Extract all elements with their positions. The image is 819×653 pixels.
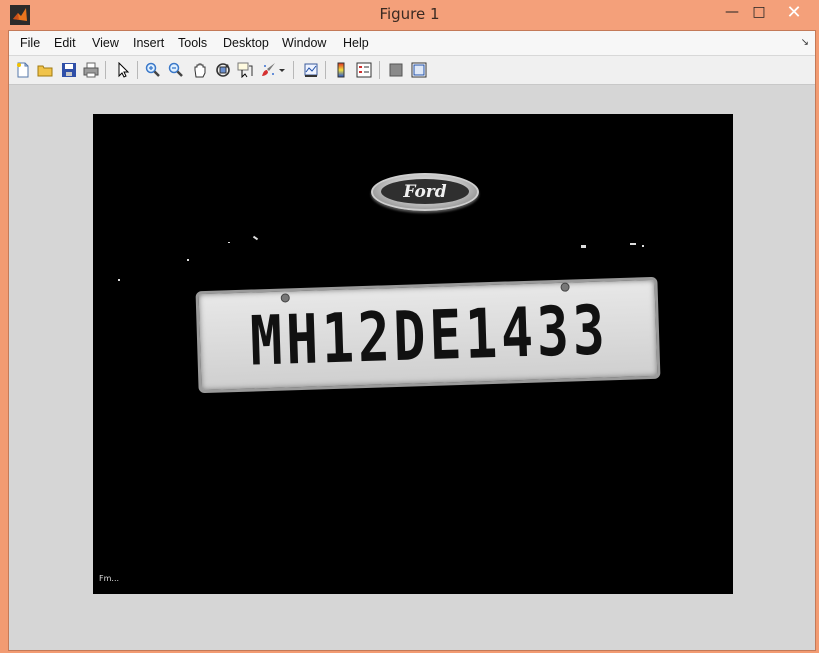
show-plot-tools-icon[interactable]	[409, 60, 429, 80]
emblem-text: Ford	[403, 181, 447, 202]
menu-bar: File Edit View Insert Tools Desktop Wind…	[9, 31, 815, 56]
plate-number: MH12DE1433	[249, 291, 610, 382]
zoom-out-icon[interactable]	[166, 60, 186, 80]
legend-icon[interactable]	[354, 60, 374, 80]
edit-plot-arrow-icon[interactable]	[113, 60, 133, 80]
brush-dropdown-icon[interactable]	[277, 60, 287, 80]
menu-tools[interactable]: Tools	[178, 36, 207, 50]
rotate-3d-icon[interactable]	[213, 60, 233, 80]
menu-file[interactable]: File	[20, 36, 40, 50]
close-button[interactable]: ✕	[772, 0, 816, 24]
figure-window: File Edit View Insert Tools Desktop Wind…	[8, 30, 816, 651]
menu-window[interactable]: Window	[282, 36, 326, 50]
save-icon[interactable]	[59, 60, 79, 80]
new-figure-icon[interactable]	[13, 60, 33, 80]
figure-toolbar	[9, 56, 815, 85]
minimize-button[interactable]: —	[718, 0, 746, 24]
print-icon[interactable]	[81, 60, 101, 80]
corner-text: Fm...	[99, 574, 120, 583]
brush-icon[interactable]	[259, 60, 279, 80]
title-bar: Figure 1 — □ ✕	[0, 0, 819, 30]
plate-screw	[560, 282, 570, 292]
open-file-icon[interactable]	[35, 60, 55, 80]
menu-edit[interactable]: Edit	[54, 36, 76, 50]
menu-view[interactable]: View	[92, 36, 119, 50]
maximize-button[interactable]: □	[746, 0, 772, 24]
menu-help[interactable]: Help	[343, 36, 369, 50]
data-cursor-icon[interactable]	[235, 60, 255, 80]
image-axes[interactable]: Ford MH12DE1433 Fm...	[93, 114, 733, 594]
menubar-overflow-icon[interactable]: ↘	[801, 37, 809, 48]
menu-desktop[interactable]: Desktop	[223, 36, 269, 50]
window-title: Figure 1	[379, 5, 440, 23]
pan-hand-icon[interactable]	[190, 60, 210, 80]
colorbar-icon[interactable]	[331, 60, 351, 80]
zoom-in-icon[interactable]	[143, 60, 163, 80]
hide-plot-tools-icon[interactable]	[386, 60, 406, 80]
license-plate: MH12DE1433	[195, 276, 661, 394]
link-plot-icon[interactable]	[301, 60, 321, 80]
menu-insert[interactable]: Insert	[133, 36, 164, 50]
ford-emblem: Ford	[371, 173, 479, 211]
